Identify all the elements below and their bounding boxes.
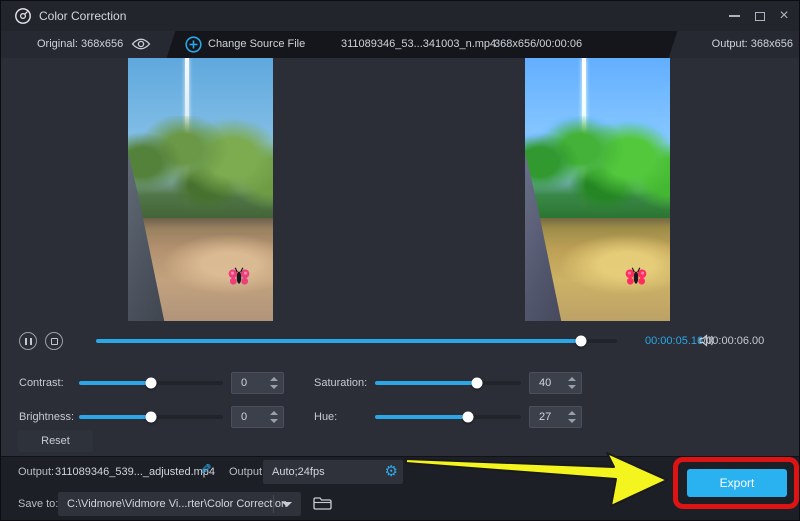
trees (525, 116, 670, 226)
save-path-dropdown[interactable]: C:\Vidmore\Vidmore Vi...rter\Color Corre… (58, 492, 301, 516)
stop-button[interactable] (45, 332, 63, 350)
butterfly-sticker (624, 266, 648, 287)
contrast-value: 0 (232, 377, 265, 389)
video-preview-adjusted (525, 58, 670, 321)
hue-fill (375, 415, 468, 419)
spin-down-icon[interactable] (568, 385, 576, 389)
eye-icon[interactable] (131, 37, 151, 51)
output-format-value: Auto;24fps (272, 466, 325, 478)
brightness-slider[interactable] (79, 415, 223, 419)
spin-up-icon[interactable] (568, 377, 576, 381)
minimize-icon (729, 15, 740, 17)
video-frame (128, 58, 273, 321)
seek-progress (96, 339, 581, 343)
contrast-label: Contrast: (19, 377, 64, 389)
output-format-select[interactable]: Auto;24fps ⚙ (263, 460, 403, 484)
contrast-thumb[interactable] (146, 378, 157, 389)
brightness-value: 0 (232, 411, 265, 423)
stop-icon (51, 338, 58, 345)
spin-up-icon[interactable] (270, 377, 278, 381)
spin-up-icon[interactable] (568, 411, 576, 415)
spin-down-icon[interactable] (270, 385, 278, 389)
pause-icon (25, 338, 32, 345)
saturation-thumb[interactable] (472, 378, 483, 389)
close-button[interactable]: × (769, 1, 799, 31)
contrast-value-box[interactable]: 0 (231, 372, 284, 394)
saturation-value: 40 (530, 377, 563, 389)
source-file-info: 368x656/00:00:06 (494, 38, 582, 50)
saturation-slider[interactable] (375, 381, 521, 385)
save-to-label: Save to: (18, 498, 58, 510)
output-size-label: Output: 368x656 (701, 38, 793, 50)
dropdown-arrow-icon[interactable] (282, 502, 292, 507)
add-source-icon[interactable] (185, 36, 202, 53)
brightness-fill (79, 415, 151, 419)
output-file-name: 311089346_539..._adjusted.mp4 (55, 466, 215, 478)
reset-button[interactable]: Reset (18, 430, 93, 452)
contrast-slider[interactable] (79, 381, 223, 385)
source-file-name: 311089346_53...341003_n.mp4 (341, 38, 496, 50)
gear-icon[interactable]: ⚙ (385, 462, 398, 482)
folder-icon[interactable] (312, 495, 333, 512)
window-title: Color Correction (39, 9, 126, 23)
volume-icon[interactable] (698, 333, 716, 348)
video-frame (525, 58, 670, 321)
hue-value-box[interactable]: 27 (529, 406, 582, 428)
change-source-file-button[interactable]: Change Source File (208, 38, 305, 50)
spin-down-icon[interactable] (568, 419, 576, 423)
original-size-label: Original: 368x656 (37, 38, 123, 50)
brightness-label: Brightness: (19, 411, 74, 423)
saturation-label: Saturation: (314, 377, 367, 389)
color-correction-window: Color Correction × Original: 368x656 Cha… (0, 0, 800, 521)
pause-button[interactable] (19, 332, 37, 350)
hue-label: Hue: (314, 411, 337, 423)
butterfly-sticker (227, 266, 251, 287)
reset-label: Reset (41, 435, 70, 447)
source-info-bar: Original: 368x656 Change Source File 311… (1, 31, 800, 58)
brightness-thumb[interactable] (146, 412, 157, 423)
highlight-box-annotation (673, 457, 799, 509)
video-preview-original (128, 58, 273, 321)
save-path-value: C:\Vidmore\Vidmore Vi...rter\Color Corre… (67, 498, 287, 510)
spin-up-icon[interactable] (270, 411, 278, 415)
saturation-value-box[interactable]: 40 (529, 372, 582, 394)
title-bar: Color Correction × (1, 1, 800, 31)
trees (128, 116, 273, 226)
arrow-annotation (401, 449, 676, 511)
hue-slider[interactable] (375, 415, 521, 419)
edit-icon[interactable]: ✎ (200, 461, 212, 478)
saturation-fill (375, 381, 477, 385)
spin-down-icon[interactable] (270, 419, 278, 423)
color-correction-icon (14, 7, 32, 25)
hue-value: 27 (530, 411, 563, 423)
current-time: 00:00:05.16 (645, 335, 703, 347)
output-file-label: Output: (18, 466, 54, 478)
brightness-value-box[interactable]: 0 (231, 406, 284, 428)
seek-thumb[interactable] (575, 336, 586, 347)
close-icon: × (779, 7, 788, 25)
contrast-fill (79, 381, 151, 385)
hue-thumb[interactable] (463, 412, 474, 423)
dropdown-divider (273, 495, 274, 513)
format-label: Output: (229, 466, 265, 478)
maximize-icon (755, 12, 765, 21)
seek-slider[interactable] (96, 339, 617, 343)
